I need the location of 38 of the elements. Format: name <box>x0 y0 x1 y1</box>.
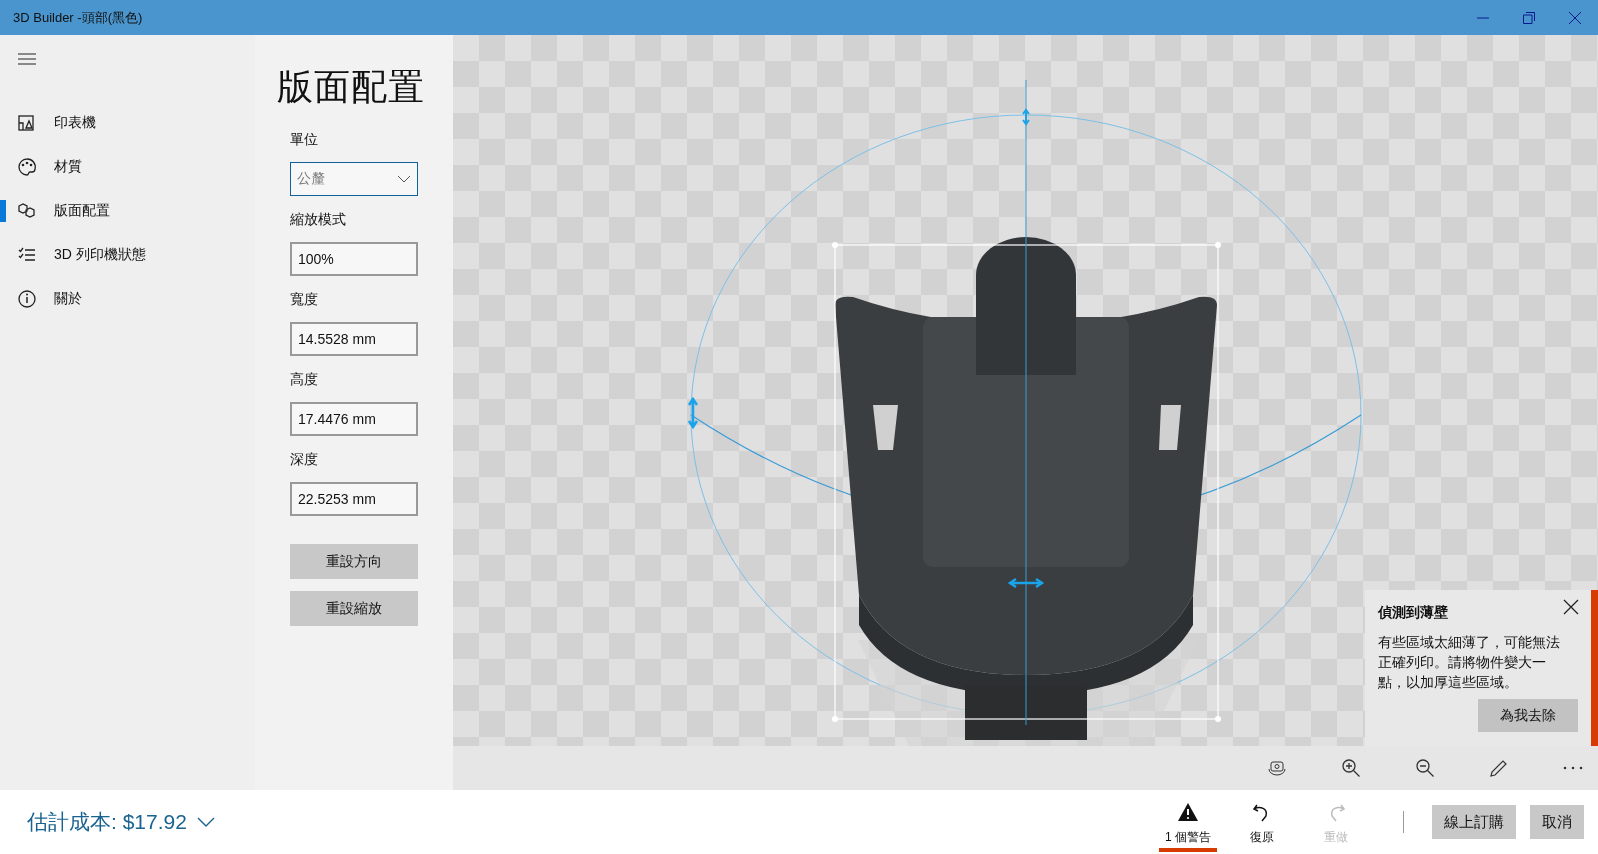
palette-icon <box>17 157 37 177</box>
sidebar-item[interactable]: 材質 <box>0 145 255 189</box>
info-icon <box>17 289 37 309</box>
panel-title: 版面配置 <box>277 65 426 109</box>
zoom-out-icon[interactable] <box>1414 757 1436 779</box>
window-title: 3D Builder -頭部(黑色) <box>13 8 143 27</box>
chevron-icon <box>397 175 411 183</box>
zoom-in-icon[interactable] <box>1340 757 1362 779</box>
printer-icon <box>17 113 37 133</box>
field-label: 單位 <box>290 131 318 149</box>
reset-button[interactable]: 重設縮放 <box>290 591 418 626</box>
field-label: 寬度 <box>290 291 318 309</box>
sidebar-item[interactable]: 版面配置 <box>0 189 255 233</box>
sidebar-item[interactable]: 關於 <box>0 277 255 321</box>
menu-button[interactable] <box>17 51 37 67</box>
undo-button[interactable]: 復原 <box>1225 792 1299 852</box>
unit-dropdown[interactable]: 公釐 <box>290 162 418 196</box>
input-field[interactable]: 100% <box>290 242 418 276</box>
notification-message: 有些區域太細薄了，可能無法正確列印。請將物件變大一點，以加厚這些區域。 <box>1378 633 1561 692</box>
cost-dropdown[interactable]: 估計成本: $17.92 <box>27 808 215 836</box>
action-button[interactable]: 線上訂購 <box>1432 805 1516 839</box>
field-label: 縮放模式 <box>290 211 346 229</box>
chevron-icon <box>196 817 215 827</box>
input-field[interactable]: 17.4476 mm <box>290 402 418 436</box>
input-field[interactable]: 22.5253 mm <box>290 482 418 516</box>
warning-icon <box>1177 801 1199 823</box>
fix-button[interactable]: 為我去除 <box>1478 699 1578 732</box>
input-field[interactable]: 14.5528 mm <box>290 322 418 356</box>
restore-icon[interactable] <box>1523 11 1535 24</box>
sidebar-item[interactable]: 印表機 <box>0 101 255 145</box>
field-label: 深度 <box>290 451 318 469</box>
notification-title: 偵測到薄壁 <box>1378 604 1449 622</box>
action-button[interactable]: 取消 <box>1530 805 1584 839</box>
reset-button[interactable]: 重設方向 <box>290 544 418 579</box>
warning-button[interactable]: 1 個警告 <box>1151 792 1225 852</box>
field-label: 高度 <box>290 371 318 389</box>
sidebar-item[interactable]: 3D 列印機狀態 <box>0 233 255 277</box>
close-icon[interactable] <box>1569 11 1581 24</box>
